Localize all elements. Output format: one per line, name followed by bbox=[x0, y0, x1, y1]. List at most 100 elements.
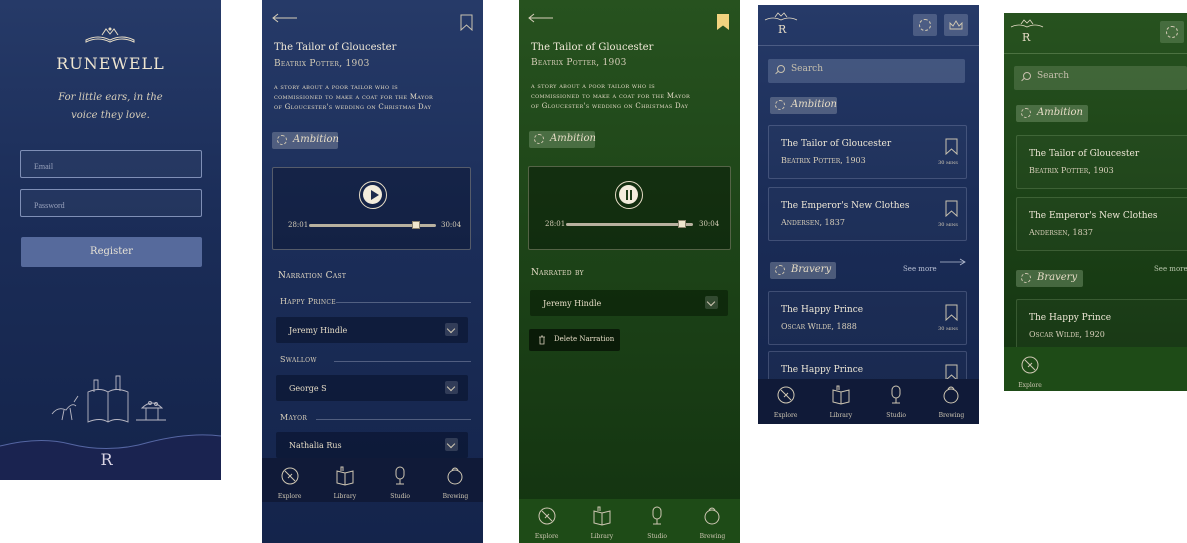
story-title: The Tailor of Gloucester bbox=[531, 42, 654, 53]
narrator-select-1[interactable]: Jeremy Hindle bbox=[276, 317, 468, 343]
bottom-nav: Explore Library Studio Brewing bbox=[758, 379, 979, 424]
section-ambition[interactable]: Ambition bbox=[1016, 105, 1088, 122]
story-title: The Tailor of Gloucester bbox=[274, 42, 397, 53]
logo-icon bbox=[1010, 19, 1044, 28]
play-button[interactable] bbox=[359, 181, 387, 209]
bookmark-filled-icon[interactable] bbox=[717, 14, 729, 30]
total-time: 30:04 bbox=[699, 220, 720, 228]
synopsis-line1: a story about a poor tailor who is bbox=[274, 83, 398, 91]
bottom-nav: Explore Library Studio Brewing bbox=[519, 499, 740, 543]
nav-library[interactable]: Library bbox=[1062, 389, 1106, 391]
explore-screen: R Search Ambition The Tailor of Gloucest… bbox=[758, 5, 979, 424]
tagline-line2: voice they love. bbox=[71, 110, 150, 121]
story-card-1[interactable]: The Tailor of Gloucester Beatrix Potter,… bbox=[1016, 135, 1187, 189]
bookmark-icon[interactable] bbox=[460, 14, 473, 31]
compass-icon bbox=[538, 507, 556, 525]
story-card-3[interactable]: The Happy Prince Oscar Wilde, 1920 bbox=[1016, 299, 1187, 353]
settings-button[interactable] bbox=[1160, 21, 1184, 43]
progress-thumb[interactable] bbox=[678, 220, 686, 228]
bookmark-icon[interactable] bbox=[945, 138, 958, 155]
section-label: Bravery bbox=[791, 264, 832, 275]
pause-icon bbox=[630, 190, 632, 200]
nav-label: Studio bbox=[390, 493, 410, 500]
nav-brewing[interactable]: Brewing bbox=[433, 460, 477, 500]
section-ambition[interactable]: Ambition bbox=[770, 97, 837, 114]
monogram: R bbox=[778, 23, 787, 36]
narrator-select-2[interactable]: George S bbox=[276, 375, 468, 401]
card-author: Beatrix Potter, 1903 bbox=[1029, 166, 1114, 175]
cauldron-icon bbox=[943, 386, 959, 404]
narrator-name: Jeremy Hindle bbox=[543, 299, 602, 308]
current-time: 28:01 bbox=[545, 220, 566, 228]
story-card-1[interactable]: The Tailor of Gloucester Beatrix Potter,… bbox=[768, 125, 967, 179]
nav-label: Brewing bbox=[442, 493, 469, 500]
nav-brewing[interactable]: Brewing bbox=[690, 500, 734, 540]
nav-explore[interactable]: Explore bbox=[268, 460, 312, 500]
divider bbox=[336, 302, 471, 303]
play-icon bbox=[371, 190, 379, 200]
story-card-3[interactable]: The Happy Prince Oscar Wilde, 1888 30 mi… bbox=[768, 291, 967, 345]
cauldron-icon bbox=[704, 507, 720, 525]
story-card-2[interactable]: The Emperor's New Clothes Andersen, 1837 bbox=[1016, 197, 1187, 251]
book-icon bbox=[832, 385, 850, 405]
email-field[interactable]: Email bbox=[20, 150, 202, 178]
see-more-link[interactable]: See more bbox=[1154, 265, 1187, 273]
section-bravery[interactable]: Bravery bbox=[1016, 270, 1083, 287]
audio-player: 28:01 30:04 bbox=[272, 167, 471, 250]
pause-button[interactable] bbox=[615, 181, 643, 209]
monogram: R bbox=[100, 450, 113, 469]
nav-studio[interactable]: Studio bbox=[874, 379, 918, 419]
monogram: R bbox=[1022, 31, 1031, 44]
section-label: Ambition bbox=[1037, 107, 1083, 118]
tag-ambition[interactable]: Ambition bbox=[272, 132, 339, 149]
nav-explore[interactable]: Explore bbox=[525, 500, 569, 540]
narrator-select-3[interactable]: Nathalia Rus bbox=[276, 432, 468, 458]
tag-ambition[interactable]: Ambition bbox=[529, 131, 596, 148]
see-more-link[interactable]: See more bbox=[903, 256, 969, 273]
card-author: Oscar Wilde, 1920 bbox=[1029, 330, 1105, 339]
back-arrow-icon[interactable] bbox=[272, 13, 298, 23]
section-bravery[interactable]: Bravery bbox=[770, 262, 836, 279]
back-arrow-icon[interactable] bbox=[528, 13, 554, 23]
card-title: The Tailor of Gloucester bbox=[781, 139, 892, 149]
card-author: Andersen, 1837 bbox=[781, 218, 845, 227]
search-input[interactable]: Search bbox=[768, 59, 965, 83]
nav-explore[interactable]: Explore bbox=[764, 379, 808, 419]
nav-explore[interactable]: Explore bbox=[1008, 349, 1052, 389]
delete-narration-button[interactable]: Delete Narration bbox=[529, 329, 620, 351]
nav-studio[interactable]: Studio bbox=[378, 460, 422, 500]
search-placeholder: Search bbox=[791, 64, 823, 74]
nav-label: Studio bbox=[647, 533, 667, 540]
bookmark-icon[interactable] bbox=[945, 304, 958, 321]
nav-library[interactable]: Library bbox=[323, 460, 367, 500]
cog-icon bbox=[1021, 273, 1031, 283]
cog-icon bbox=[534, 134, 544, 144]
login-screen: RUNEWELL For little ears, in the voice t… bbox=[0, 0, 221, 480]
story-card-2[interactable]: The Emperor's New Clothes Andersen, 1837… bbox=[768, 187, 967, 241]
story-detail-green-screen: The Tailor of Gloucester Beatrix Potter,… bbox=[519, 0, 740, 543]
register-button[interactable]: Register bbox=[21, 237, 202, 267]
card-author: Oscar Wilde, 1888 bbox=[781, 322, 857, 331]
search-input[interactable]: Search bbox=[1014, 66, 1187, 90]
header-divider bbox=[758, 45, 979, 46]
bookmark-icon[interactable] bbox=[945, 200, 958, 217]
nav-brewing[interactable]: Brewing bbox=[929, 379, 973, 419]
password-field[interactable]: Password bbox=[20, 189, 202, 217]
gear-icon bbox=[919, 19, 931, 31]
compass-icon bbox=[1021, 356, 1039, 374]
nav-library[interactable]: Library bbox=[580, 500, 624, 540]
progress-thumb[interactable] bbox=[412, 221, 420, 229]
tagline-line1: For little ears, in the bbox=[58, 92, 163, 103]
story-detail-screen: The Tailor of Gloucester Beatrix Potter,… bbox=[262, 0, 483, 543]
section-label: Ambition bbox=[791, 99, 837, 110]
narrator-name: Nathalia Rus bbox=[289, 441, 342, 450]
storybook-illustration bbox=[51, 375, 166, 423]
progress-track[interactable] bbox=[566, 223, 693, 226]
nav-library[interactable]: Library bbox=[819, 379, 863, 419]
microphone-icon bbox=[891, 385, 901, 404]
settings-button[interactable] bbox=[913, 14, 937, 36]
premium-button[interactable] bbox=[944, 14, 968, 36]
nav-studio[interactable]: Studio bbox=[635, 500, 679, 540]
narrator-select[interactable]: Jeremy Hindle bbox=[530, 290, 728, 316]
current-time: 28:01 bbox=[288, 221, 309, 229]
